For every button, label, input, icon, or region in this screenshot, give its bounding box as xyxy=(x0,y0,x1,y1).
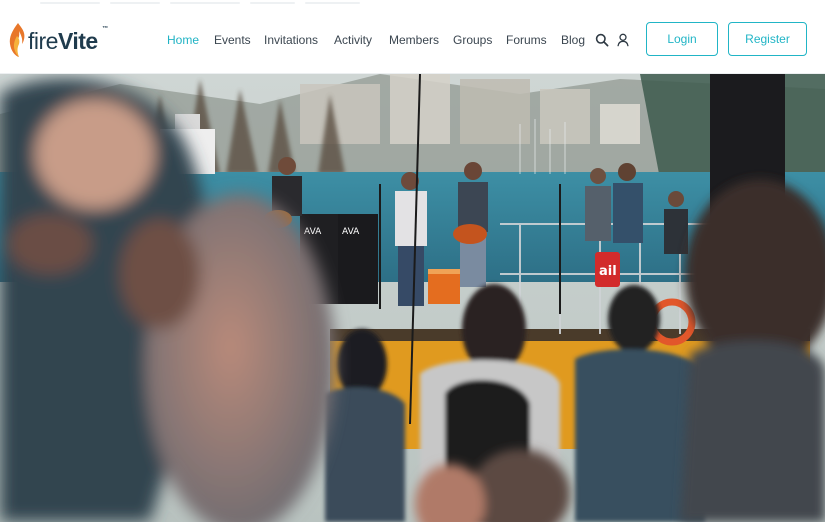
concert-photo: AVA AVA ail xyxy=(0,74,825,522)
nav-home[interactable]: Home xyxy=(167,33,199,47)
nav-activity[interactable]: Activity xyxy=(334,33,372,47)
nav-events[interactable]: Events xyxy=(214,33,251,47)
amp-label: AVA xyxy=(304,227,322,237)
user-icon[interactable] xyxy=(616,33,630,47)
register-button[interactable]: Register xyxy=(728,22,807,56)
login-button[interactable]: Login xyxy=(646,22,718,56)
sign-text: ail xyxy=(599,264,617,279)
search-icon[interactable] xyxy=(595,33,609,47)
ghost-bar xyxy=(40,2,100,4)
nav-invitations[interactable]: Invitations xyxy=(264,33,318,47)
ghost-bar xyxy=(110,2,160,4)
ghost-bar xyxy=(170,2,240,4)
nav-members[interactable]: Members xyxy=(389,33,439,47)
nav-forums[interactable]: Forums xyxy=(506,33,547,47)
amp-label: AVA xyxy=(342,227,360,237)
nav-groups[interactable]: Groups xyxy=(453,33,492,47)
ghost-bar xyxy=(250,2,295,4)
ghost-bar xyxy=(305,2,360,4)
hero-image: AVA AVA ail xyxy=(0,74,825,522)
main-nav: Home Events Invitations Activity Members… xyxy=(0,6,825,74)
nav-blog[interactable]: Blog xyxy=(561,33,585,47)
site-header: fire Vite ™ Home Events Invitations Acti… xyxy=(0,6,825,74)
